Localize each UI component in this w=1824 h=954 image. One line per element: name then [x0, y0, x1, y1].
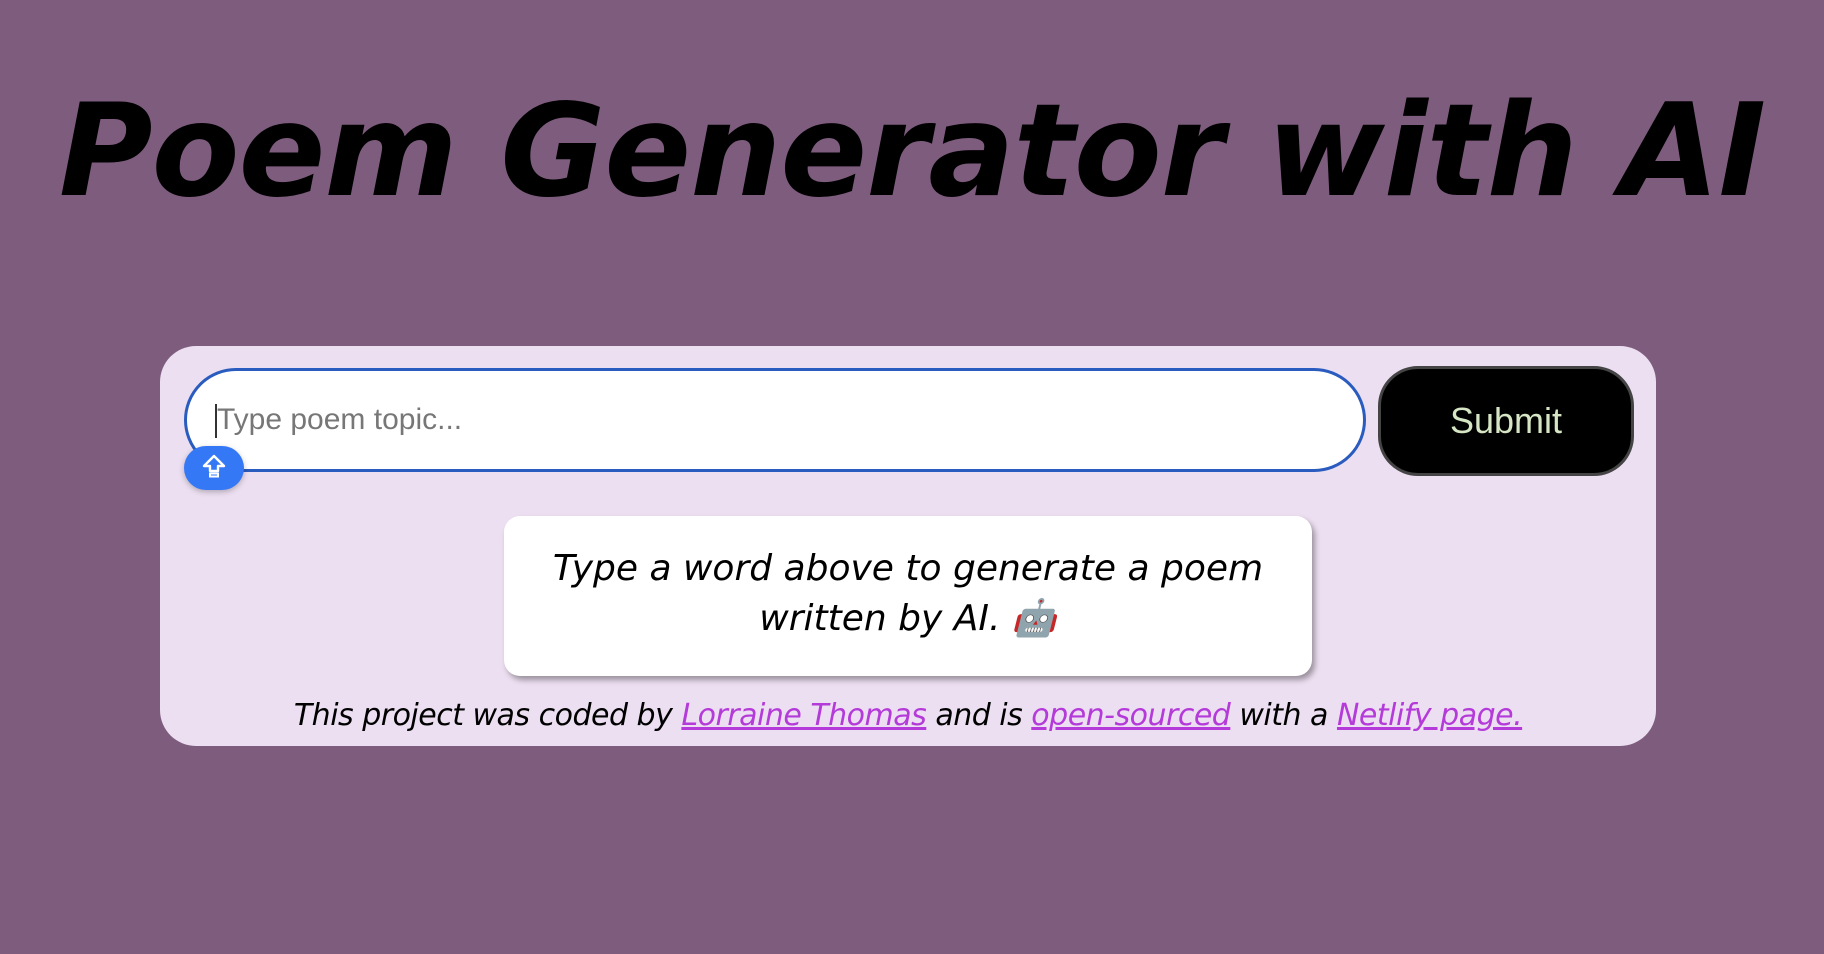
- netlify-link[interactable]: Netlify page.: [1337, 698, 1523, 733]
- open-source-link[interactable]: open-sourced: [1031, 698, 1231, 733]
- author-link[interactable]: Lorraine Thomas: [681, 698, 926, 733]
- input-assist-badge[interactable]: [184, 446, 244, 490]
- poem-form-panel: Submit Type a word above to generate a p…: [160, 346, 1656, 746]
- poem-output-text: Type a word above to generate a poem wri…: [552, 548, 1264, 639]
- footer-text-2: and is: [926, 698, 1032, 733]
- page-title: Poem Generator with AI: [58, 77, 1766, 226]
- submit-button[interactable]: Submit: [1378, 366, 1634, 476]
- footer-text-1: This project was coded by: [293, 698, 682, 733]
- poem-output-card: Type a word above to generate a poem wri…: [504, 516, 1312, 676]
- text-cursor: [215, 404, 217, 438]
- upload-arrow-icon: [200, 452, 228, 484]
- poem-topic-input[interactable]: [184, 368, 1366, 472]
- footer: This project was coded by Lorraine Thoma…: [160, 698, 1656, 733]
- footer-text-3: with a: [1230, 698, 1337, 733]
